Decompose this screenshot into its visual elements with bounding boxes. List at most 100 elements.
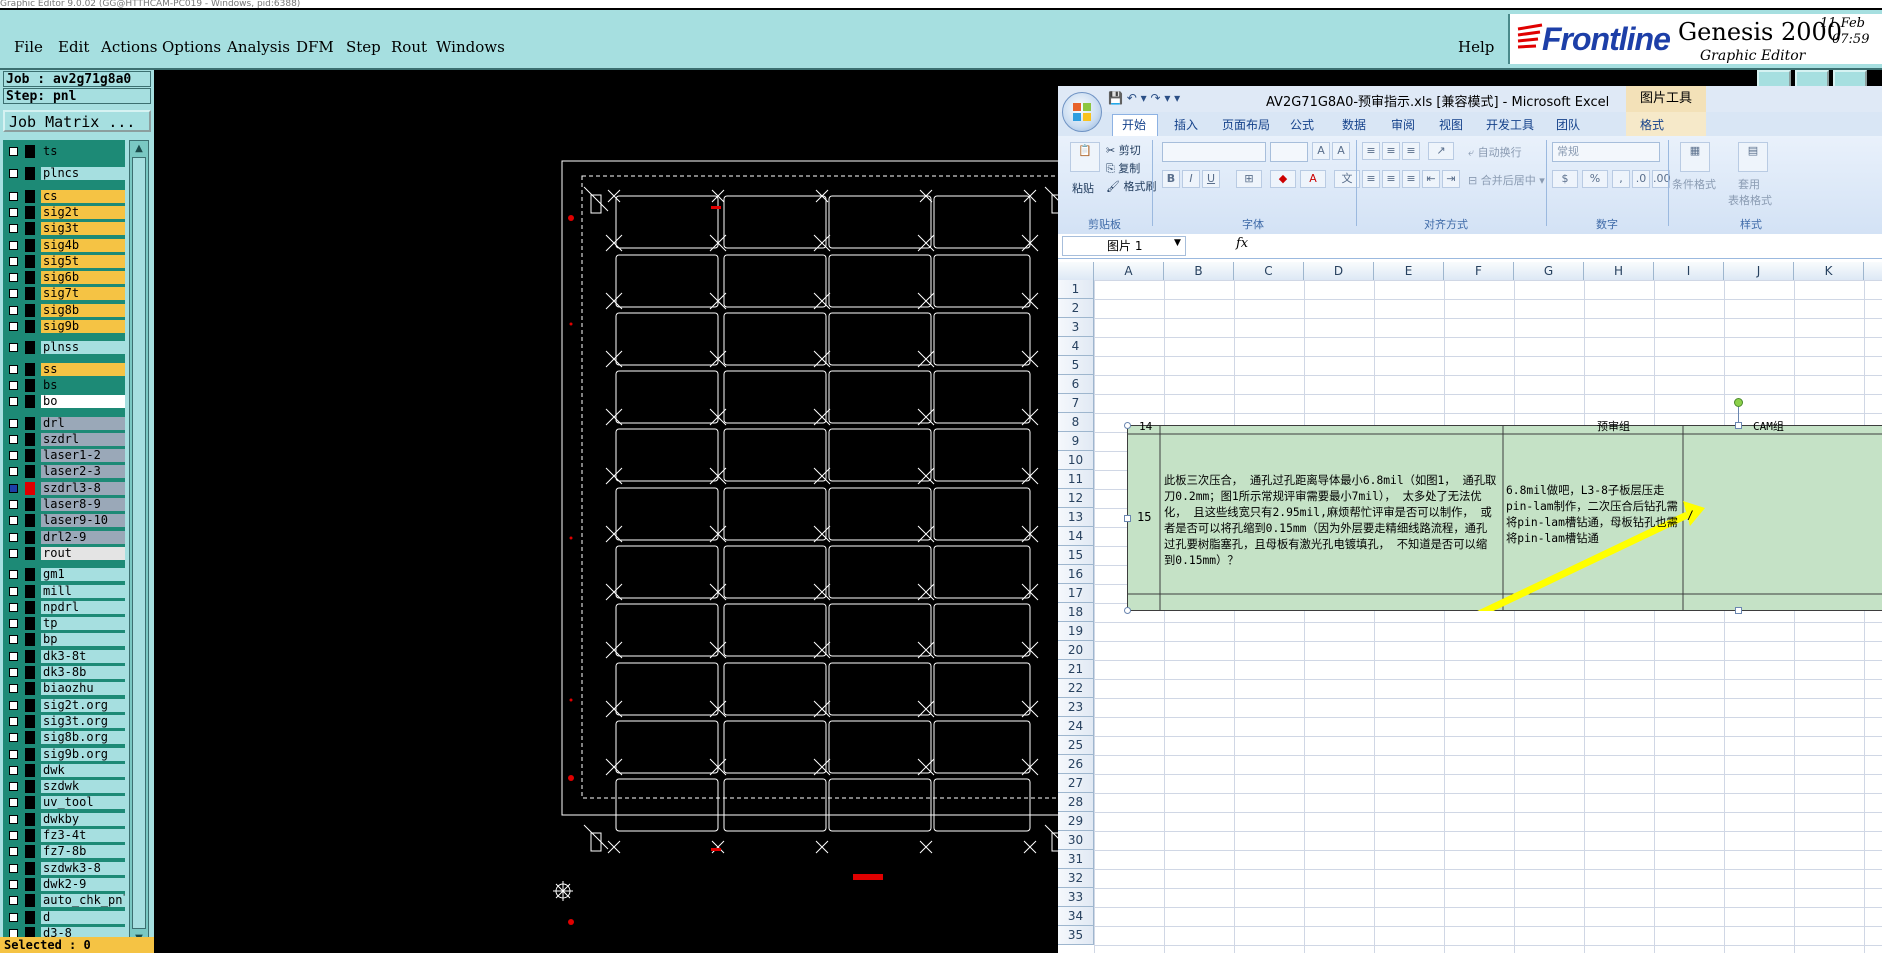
layer-row[interactable]: sig9b	[3, 319, 125, 334]
layer-display-checkbox[interactable]	[9, 467, 18, 477]
layer-display-checkbox[interactable]	[9, 451, 18, 461]
resize-handle-l[interactable]	[1124, 515, 1131, 522]
border-icon[interactable]: ⊞	[1236, 170, 1262, 188]
italic-icon[interactable]: I	[1182, 170, 1200, 188]
layer-row[interactable]: plncs	[3, 166, 125, 181]
layer-color-swatch[interactable]	[25, 584, 35, 598]
layer-row[interactable]: bo	[3, 394, 125, 409]
layer-display-checkbox[interactable]	[9, 700, 18, 710]
layer-row[interactable]: drl2-9	[3, 530, 125, 545]
layer-row[interactable]: sig3t.org	[3, 714, 125, 729]
layer-display-checkbox[interactable]	[9, 570, 18, 580]
layer-color-swatch[interactable]	[25, 747, 35, 761]
layer-name[interactable]: szdrl3-8	[41, 481, 125, 495]
row-header[interactable]: 6	[1058, 375, 1094, 394]
layer-name[interactable]: sig5t	[41, 254, 125, 268]
layer-display-checkbox[interactable]	[9, 305, 18, 315]
layer-color-swatch[interactable]	[25, 481, 35, 495]
row-header[interactable]: 1	[1058, 280, 1094, 299]
layer-color-swatch[interactable]	[25, 362, 35, 376]
layer-name[interactable]: plncs	[41, 167, 125, 181]
layer-name[interactable]: dk3-8b	[41, 666, 125, 679]
layer-color-swatch[interactable]	[25, 395, 35, 409]
layer-color-swatch[interactable]	[25, 145, 35, 158]
row-header[interactable]: 33	[1058, 888, 1094, 907]
layer-color-swatch[interactable]	[25, 432, 35, 446]
menu-edit[interactable]: Edit	[58, 38, 89, 56]
layer-row[interactable]: ss	[3, 362, 125, 377]
resize-handle-t[interactable]	[1735, 422, 1742, 429]
layer-row[interactable]: laser8-9	[3, 497, 125, 512]
layer-display-checkbox[interactable]	[9, 273, 18, 283]
layer-name[interactable]: rout	[41, 546, 125, 560]
tab-page-layout[interactable]: 页面布局	[1222, 116, 1270, 133]
align-middle-icon[interactable]: ≡	[1382, 142, 1400, 160]
layer-display-checkbox[interactable]	[9, 343, 18, 353]
select-all-corner[interactable]	[1058, 262, 1094, 280]
fx-icon[interactable]: fx	[1236, 236, 1248, 251]
font-color-icon[interactable]: A	[1300, 170, 1326, 188]
layer-display-checkbox[interactable]	[9, 483, 18, 493]
layer-row[interactable]: fz7-8b	[3, 844, 125, 859]
layer-row[interactable]: biaozhu	[3, 681, 125, 696]
menu-windows[interactable]: Windows	[436, 38, 505, 56]
layer-display-checkbox[interactable]	[9, 651, 18, 661]
layer-name[interactable]: laser9-10	[41, 514, 125, 528]
row-header[interactable]: 4	[1058, 337, 1094, 356]
layer-row[interactable]: sig3t	[3, 221, 125, 236]
layer-name[interactable]: plnss	[41, 341, 125, 355]
layer-color-swatch[interactable]	[25, 877, 35, 891]
layer-name[interactable]: fz3-4t	[41, 829, 125, 842]
quick-access-toolbar[interactable]: 💾 ↶ ▾ ↷ ▾ ▾	[1108, 91, 1180, 105]
layer-display-checkbox[interactable]	[9, 191, 18, 201]
fill-color-icon[interactable]: ◆	[1270, 170, 1296, 188]
column-header[interactable]: H	[1584, 262, 1654, 280]
layer-color-swatch[interactable]	[25, 845, 35, 859]
menu-analysis[interactable]: Analysis	[227, 38, 290, 56]
layer-row[interactable]: cs	[3, 189, 125, 204]
layer-row[interactable]: sig7t	[3, 286, 125, 301]
tab-review[interactable]: 审阅	[1391, 116, 1415, 133]
layer-color-swatch[interactable]	[25, 763, 35, 777]
layer-row[interactable]: szdrl	[3, 432, 125, 447]
layer-display-checkbox[interactable]	[9, 684, 18, 694]
cut-button[interactable]: ✂ 剪切	[1106, 142, 1141, 158]
layer-display-checkbox[interactable]	[9, 602, 18, 612]
layer-row[interactable]: sig8b	[3, 303, 125, 318]
layer-color-swatch[interactable]	[25, 320, 35, 333]
layer-row[interactable]: laser1-2	[3, 448, 125, 463]
layer-row[interactable]: sig8b.org	[3, 730, 125, 745]
layer-color-swatch[interactable]	[25, 829, 35, 842]
layer-color-swatch[interactable]	[25, 271, 35, 285]
layer-name[interactable]: fz7-8b	[41, 845, 125, 859]
layer-row[interactable]: laser9-10	[3, 513, 125, 528]
row-header[interactable]: 3	[1058, 318, 1094, 337]
tab-home[interactable]: 开始	[1122, 116, 1146, 133]
layer-color-swatch[interactable]	[25, 666, 35, 679]
row-header[interactable]: 22	[1058, 679, 1094, 698]
layer-color-swatch[interactable]	[25, 378, 35, 392]
column-header[interactable]: E	[1374, 262, 1444, 280]
layer-name[interactable]: ss	[41, 362, 125, 376]
layer-display-checkbox[interactable]	[9, 896, 18, 906]
layer-color-swatch[interactable]	[25, 861, 35, 875]
layer-name[interactable]: mill	[41, 584, 125, 598]
column-header[interactable]: I	[1654, 262, 1724, 280]
layer-display-checkbox[interactable]	[9, 863, 18, 873]
percent-icon[interactable]: %	[1582, 170, 1608, 188]
row-header[interactable]: 18	[1058, 603, 1094, 622]
menu-actions[interactable]: Actions	[101, 38, 157, 56]
row-header[interactable]: 5	[1058, 356, 1094, 375]
layer-color-swatch[interactable]	[25, 633, 35, 647]
rotate-handle-icon[interactable]	[1734, 398, 1743, 407]
layer-row[interactable]: gm1	[3, 567, 125, 582]
layer-name[interactable]: sig2t.org	[41, 698, 125, 712]
row-header[interactable]: 8	[1058, 413, 1094, 432]
layer-name[interactable]: ts	[41, 145, 125, 158]
layer-display-checkbox[interactable]	[9, 322, 18, 331]
table-format-button[interactable]: 套用	[1738, 176, 1760, 192]
layer-name[interactable]: dk3-8t	[41, 649, 125, 663]
layer-display-checkbox[interactable]	[9, 240, 18, 250]
layer-row[interactable]: fz3-4t	[3, 828, 125, 843]
layer-color-swatch[interactable]	[25, 731, 35, 745]
